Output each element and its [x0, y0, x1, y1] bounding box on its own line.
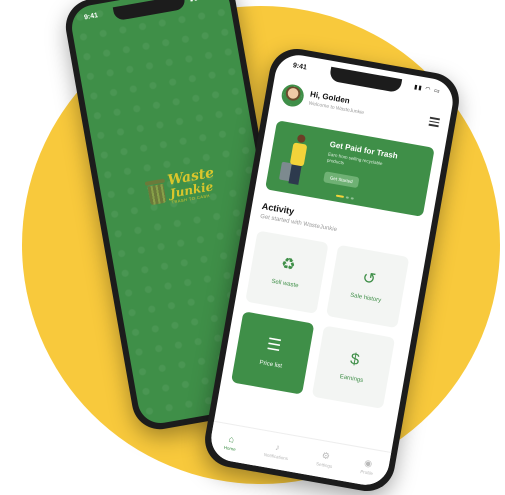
avatar[interactable]: [279, 82, 306, 109]
history-icon: ↺: [360, 269, 378, 289]
status-icons: ▮▮ ◠ ▭: [413, 84, 442, 96]
profile-icon: ◉: [363, 457, 374, 469]
carousel-dot[interactable]: [345, 196, 349, 199]
nav-notifications[interactable]: ♪ Notifications: [263, 441, 290, 461]
sale-history-tile[interactable]: ↺ Sale history: [325, 244, 410, 329]
nav-settings[interactable]: ⚙ Settings: [316, 450, 335, 469]
gear-icon: ⚙: [320, 450, 331, 462]
tile-label: Sell waste: [270, 278, 299, 290]
tile-label: Sale history: [349, 292, 382, 304]
person-with-bin-illustration: [278, 132, 315, 192]
earnings-tile[interactable]: $ Earnings: [311, 325, 396, 409]
dollar-icon: $: [348, 350, 361, 369]
nav-profile[interactable]: ◉ Profile: [359, 457, 375, 477]
status-time: 9:41: [292, 62, 308, 72]
notch: [328, 66, 403, 94]
carousel-dot[interactable]: [335, 194, 345, 198]
tile-label: Price list: [258, 359, 283, 370]
price-list-tile[interactable]: ☰ Price list: [230, 311, 315, 395]
nav-label: Notifications: [263, 452, 289, 462]
list-icon: ☰: [265, 335, 283, 356]
sell-waste-tile[interactable]: ♻ Sell waste: [245, 230, 329, 314]
menu-icon[interactable]: [428, 116, 440, 127]
tile-label: Earnings: [339, 374, 364, 385]
activity-subtitle: Get started with WasteJunkie: [259, 213, 338, 234]
nav-label: Home: [223, 444, 237, 452]
nav-label: Settings: [315, 461, 333, 469]
recycle-icon: ♻: [279, 255, 297, 275]
trash-bin-icon: [144, 178, 169, 205]
carousel-dot[interactable]: [350, 197, 354, 200]
get-started-button[interactable]: Get Started: [323, 171, 360, 189]
home-icon: ⌂: [227, 433, 235, 445]
nav-home[interactable]: ⌂ Home: [223, 434, 238, 452]
bell-icon: ♪: [274, 441, 281, 453]
nav-label: Profile: [359, 469, 374, 477]
